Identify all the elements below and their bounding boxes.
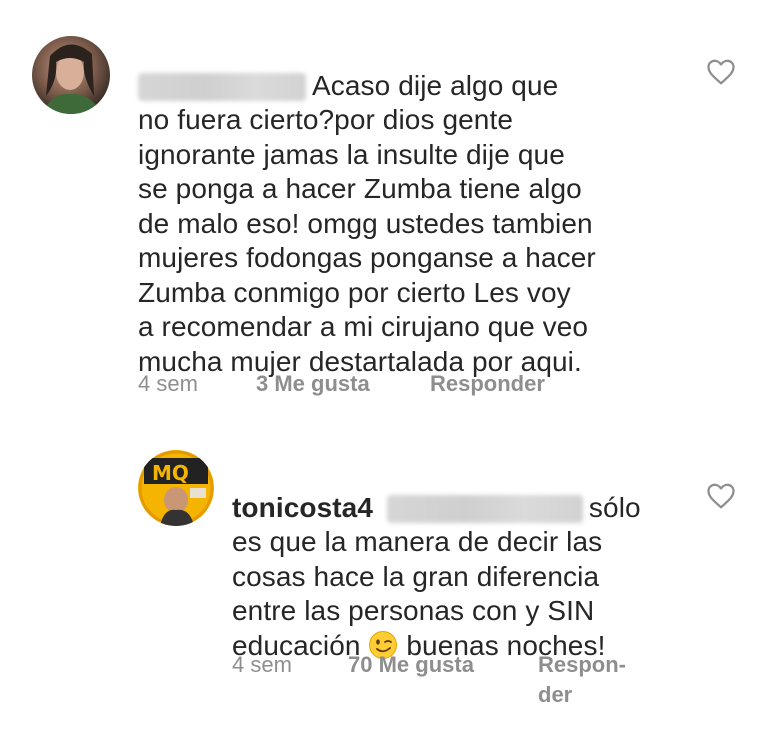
timestamp: 4 sem (232, 652, 292, 677)
reply-text: tonicosta4 sólo es que la manera de decir… (232, 456, 672, 663)
comment-1: Acaso dije algo que no fuera cierto?por d… (0, 0, 784, 420)
reply-button[interactable]: Responder (430, 369, 545, 399)
reply-label-line-1: Respon- (538, 652, 626, 677)
heart-icon[interactable] (706, 58, 736, 86)
reply-body: es que la manera de decir las cosas hace… (232, 526, 603, 626)
timestamp: 4 sem (138, 371, 198, 396)
comment-2: MQ tonicosta4 sólo es que la manera de de… (0, 430, 784, 740)
comment-text: Acaso dije algo que no fuera cierto?por d… (138, 34, 698, 379)
avatar-logo-text: MQ (152, 461, 189, 485)
likes-count[interactable]: 3 Me gusta (256, 369, 370, 399)
username[interactable]: tonicosta4 (232, 492, 373, 523)
comment-first-line: Acaso dije algo que (312, 69, 559, 101)
avatar[interactable] (32, 36, 110, 114)
redacted-username (138, 73, 306, 102)
reply-meta: 4 sem 70 Me gusta Respon- der (232, 650, 672, 714)
reply-label-line-2: der (538, 682, 573, 707)
reply-first-line-tail: sólo (588, 491, 641, 523)
heart-icon[interactable] (706, 482, 736, 510)
redacted-mention (386, 495, 583, 524)
reply-button[interactable]: Respon- der (538, 650, 626, 710)
comment-meta: 4 sem 3 Me gusta Responder (138, 369, 698, 399)
likes-count[interactable]: 70 Me gusta (348, 650, 474, 680)
avatar[interactable]: MQ (138, 450, 214, 526)
comment-body: no fuera cierto?por dios gente ignorante… (138, 104, 596, 377)
